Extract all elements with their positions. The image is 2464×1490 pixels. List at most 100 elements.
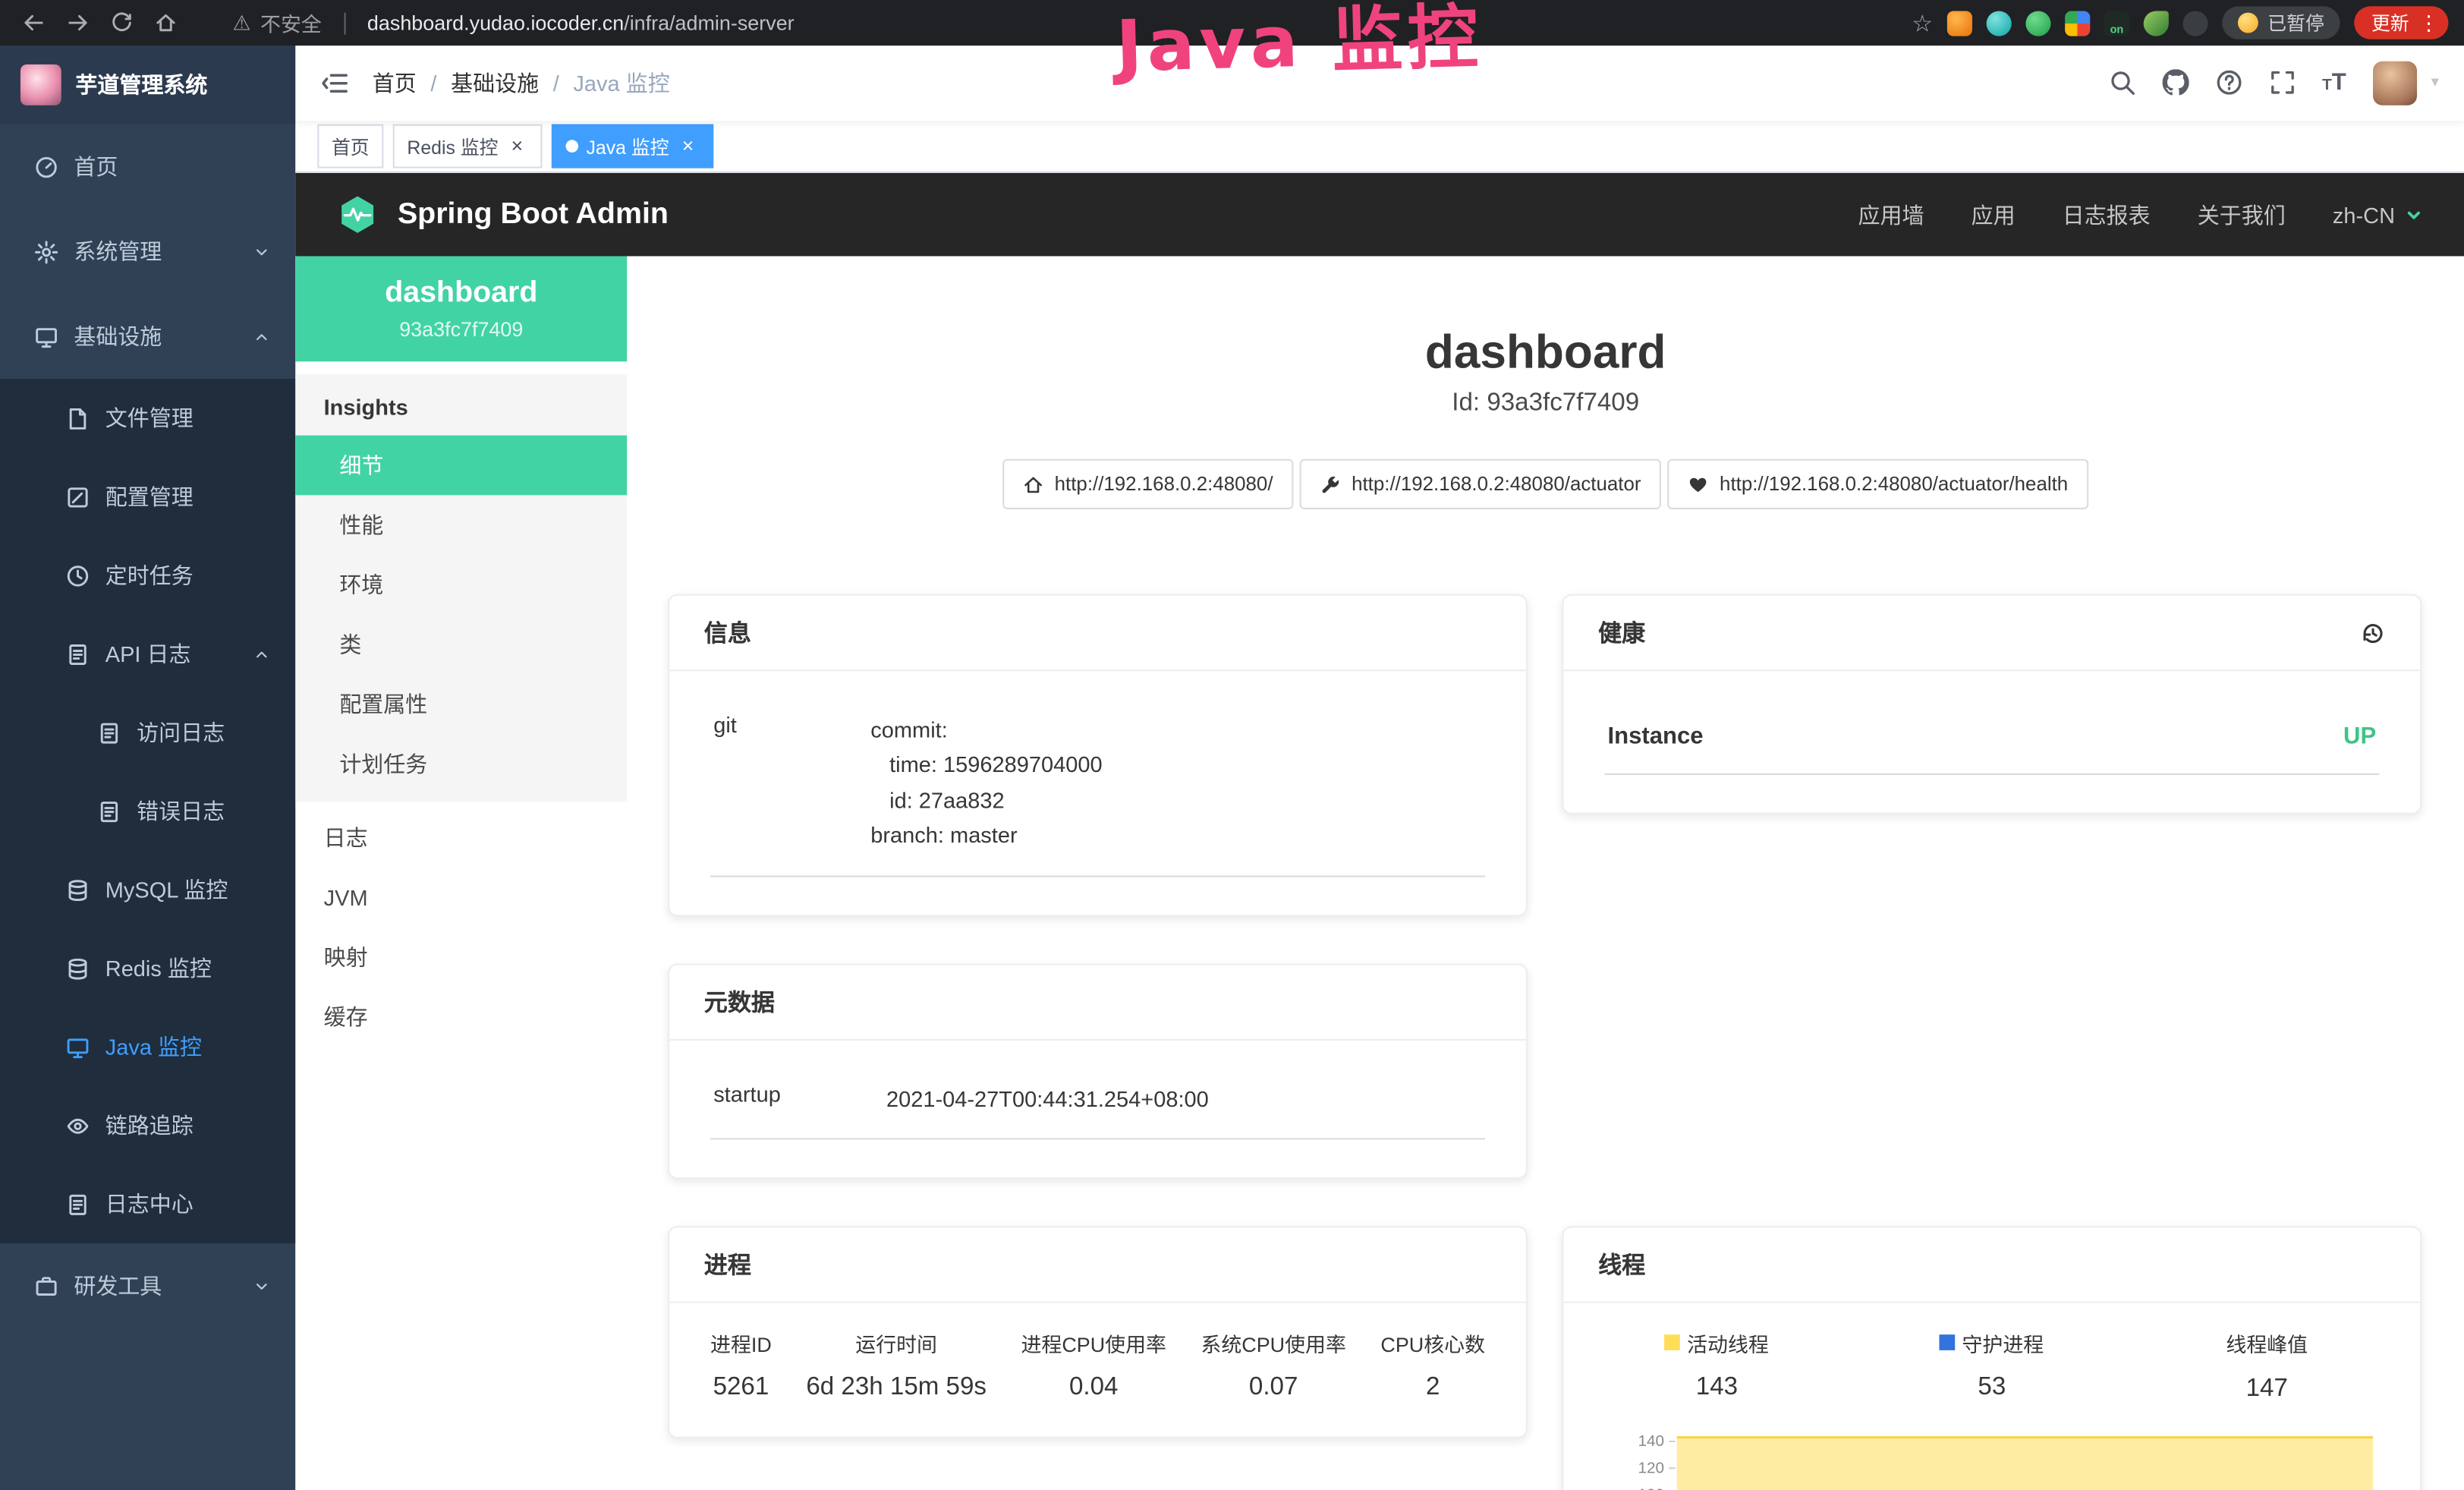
sba-item-config-props[interactable]: 配置属性 [295, 674, 627, 734]
close-icon[interactable]: × [506, 135, 528, 157]
url-domain: dashboard.yudao.iocoder.cn [367, 11, 624, 34]
sidebar-item-java-monitor[interactable]: Java 监控 [0, 1007, 295, 1086]
history-icon[interactable] [2360, 620, 2385, 645]
locale-selector[interactable]: zh-CN [2333, 202, 2423, 227]
extension-icon-6[interactable] [2144, 10, 2169, 35]
breadcrumb-infrastructure[interactable]: 基础设施 [451, 68, 539, 99]
link-root-url[interactable]: http://192.168.0.2:48080/ [1002, 459, 1293, 509]
sidebar-item-api-logs[interactable]: API 日志 [0, 615, 295, 694]
divider [344, 12, 345, 34]
sidebar-item-home[interactable]: 首页 [0, 124, 295, 209]
tab-java-monitor[interactable]: Java 监控× [552, 124, 713, 169]
sidebar-item-label: 错误日志 [137, 795, 225, 827]
reload-icon[interactable] [104, 5, 139, 40]
spring-boot-admin-logo-icon [336, 194, 379, 236]
legend-value: 147 [2129, 1375, 2404, 1403]
update-button[interactable]: 更新⋮ [2354, 6, 2448, 39]
sidebar-item-label: 访问日志 [137, 717, 225, 748]
search-icon[interactable] [2109, 70, 2135, 96]
font-size-icon[interactable]: TT [2322, 70, 2346, 96]
forward-icon[interactable] [60, 5, 95, 40]
sidebar-item-redis-monitor[interactable]: Redis 监控 [0, 929, 295, 1008]
sba-nav-applications[interactable]: 应用 [1972, 199, 2016, 230]
back-icon[interactable] [16, 5, 51, 40]
extension-icon-2[interactable] [1987, 10, 2012, 35]
avatar[interactable] [2373, 61, 2417, 105]
sba-item-environment[interactable]: 环境 [295, 555, 627, 615]
link-health-url[interactable]: http://192.168.0.2:48080/actuator/health [1668, 459, 2088, 509]
git-branch: branch: master [870, 817, 1482, 852]
tab-label: Redis 监控 [407, 133, 498, 159]
tab-label: 首页 [332, 133, 370, 159]
database-icon [66, 878, 90, 902]
sba-item-jvm[interactable]: JVM [295, 868, 627, 928]
sba-nav-wallboard[interactable]: 应用墙 [1858, 199, 1924, 230]
close-icon[interactable]: × [677, 135, 699, 157]
menu-dots-icon[interactable]: ⋮ [2418, 10, 2439, 35]
caret-down-icon[interactable]: ▾ [2431, 74, 2439, 92]
legend-value: 53 [1855, 1375, 2129, 1403]
bookmark-star-icon[interactable]: ☆ [1912, 8, 1933, 36]
health-key: Instance [1608, 723, 1704, 750]
legend-swatch-blue [1940, 1335, 1956, 1351]
sba-item-logs[interactable]: 日志 [295, 808, 627, 868]
github-icon[interactable] [2162, 70, 2189, 96]
sba-item-caches[interactable]: 缓存 [295, 988, 627, 1047]
app-logo[interactable]: 芋道管理系统 [0, 46, 295, 124]
sidebar-item-infrastructure[interactable]: 基础设施 [0, 294, 295, 379]
sidebar-item-access-logs[interactable]: 访问日志 [0, 693, 295, 772]
sba-nav-about[interactable]: 关于我们 [2198, 199, 2286, 230]
extension-on-badge[interactable]: on [2104, 10, 2129, 35]
breadcrumb-home[interactable]: 首页 [373, 68, 417, 99]
process-card: 进程 进程ID 5261 运行时间 6d 23h 15m 59s [668, 1226, 1528, 1438]
instance-name: dashboard [308, 276, 615, 311]
extension-icon-3[interactable] [2025, 10, 2050, 35]
col-value: 0.04 [1021, 1374, 1166, 1402]
health-card: 健康 Instance UP [1562, 594, 2422, 814]
paused-badge[interactable]: 已暂停 [2222, 6, 2340, 39]
url-path: /infra/admin-server [624, 11, 794, 34]
sba-header: Spring Boot Admin 应用墙 应用 日志报表 关于我们 zh-CN [295, 174, 2464, 257]
tab-home[interactable]: 首页 [317, 124, 383, 169]
extension-icon-7[interactable] [2182, 10, 2208, 35]
info-key: git [713, 712, 870, 852]
sidebar-item-file-management[interactable]: 文件管理 [0, 379, 295, 458]
col-value: 0.07 [1201, 1374, 1345, 1402]
extension-icon-1[interactable] [1947, 10, 1972, 35]
browser-toolbar: ⚠ 不安全 dashboard.yudao.iocoder.cn/infra/a… [0, 0, 2464, 46]
instance-header[interactable]: dashboard 93a3fc7f7409 [295, 257, 627, 362]
col-value: 5261 [710, 1374, 772, 1402]
sidebar-item-label: Redis 监控 [105, 953, 212, 984]
sidebar-item-error-logs[interactable]: 错误日志 [0, 772, 295, 851]
sidebar-item-scheduled-tasks[interactable]: 定时任务 [0, 536, 295, 615]
link-actuator-url[interactable]: http://192.168.0.2:48080/actuator [1300, 459, 1662, 509]
extension-icon-4[interactable] [2065, 10, 2090, 35]
help-icon[interactable] [2215, 70, 2242, 96]
sba-item-scheduled-tasks[interactable]: 计划任务 [295, 734, 627, 794]
paused-badge-label: 已暂停 [2267, 9, 2324, 36]
sidebar-item-config-management[interactable]: 配置管理 [0, 458, 295, 537]
sidebar-item-tracing[interactable]: 链路追踪 [0, 1086, 295, 1165]
sba-item-classes[interactable]: 类 [295, 615, 627, 675]
sidebar-item-log-center[interactable]: 日志中心 [0, 1165, 295, 1244]
sba-brand[interactable]: Spring Boot Admin [398, 197, 669, 232]
app-logo-image [20, 65, 61, 106]
sidebar-item-dev-tools[interactable]: 研发工具 [0, 1243, 295, 1328]
sidebar-item-system[interactable]: 系统管理 [0, 209, 295, 294]
sba-item-details[interactable]: 细节 [295, 436, 627, 496]
tab-redis-monitor[interactable]: Redis 监控 × [393, 124, 543, 169]
fullscreen-icon[interactable] [2269, 70, 2296, 96]
sba-item-metrics[interactable]: 性能 [295, 495, 627, 555]
sba-item-mappings[interactable]: 映射 [295, 928, 627, 988]
url-text[interactable]: dashboard.yudao.iocoder.cn/infra/admin-s… [367, 11, 795, 34]
locale-label: zh-CN [2333, 202, 2395, 227]
sba-nav-journal[interactable]: 日志报表 [2063, 199, 2151, 230]
smiley-icon [2238, 13, 2258, 33]
home-icon[interactable] [148, 5, 183, 40]
infrastructure-submenu: 文件管理 配置管理 定时任务 API 日志 [0, 379, 295, 1243]
sidebar-item-mysql-monitor[interactable]: MySQL 监控 [0, 850, 295, 929]
sidebar-fold-icon[interactable] [320, 69, 348, 97]
process-col-uptime: 运行时间 6d 23h 15m 59s [806, 1328, 987, 1402]
metadata-card: 元数据 startup 2021-04-27T00:44:31.254+08:0… [668, 963, 1528, 1180]
address-bar[interactable]: ⚠ 不安全 dashboard.yudao.iocoder.cn/infra/a… [232, 8, 794, 37]
